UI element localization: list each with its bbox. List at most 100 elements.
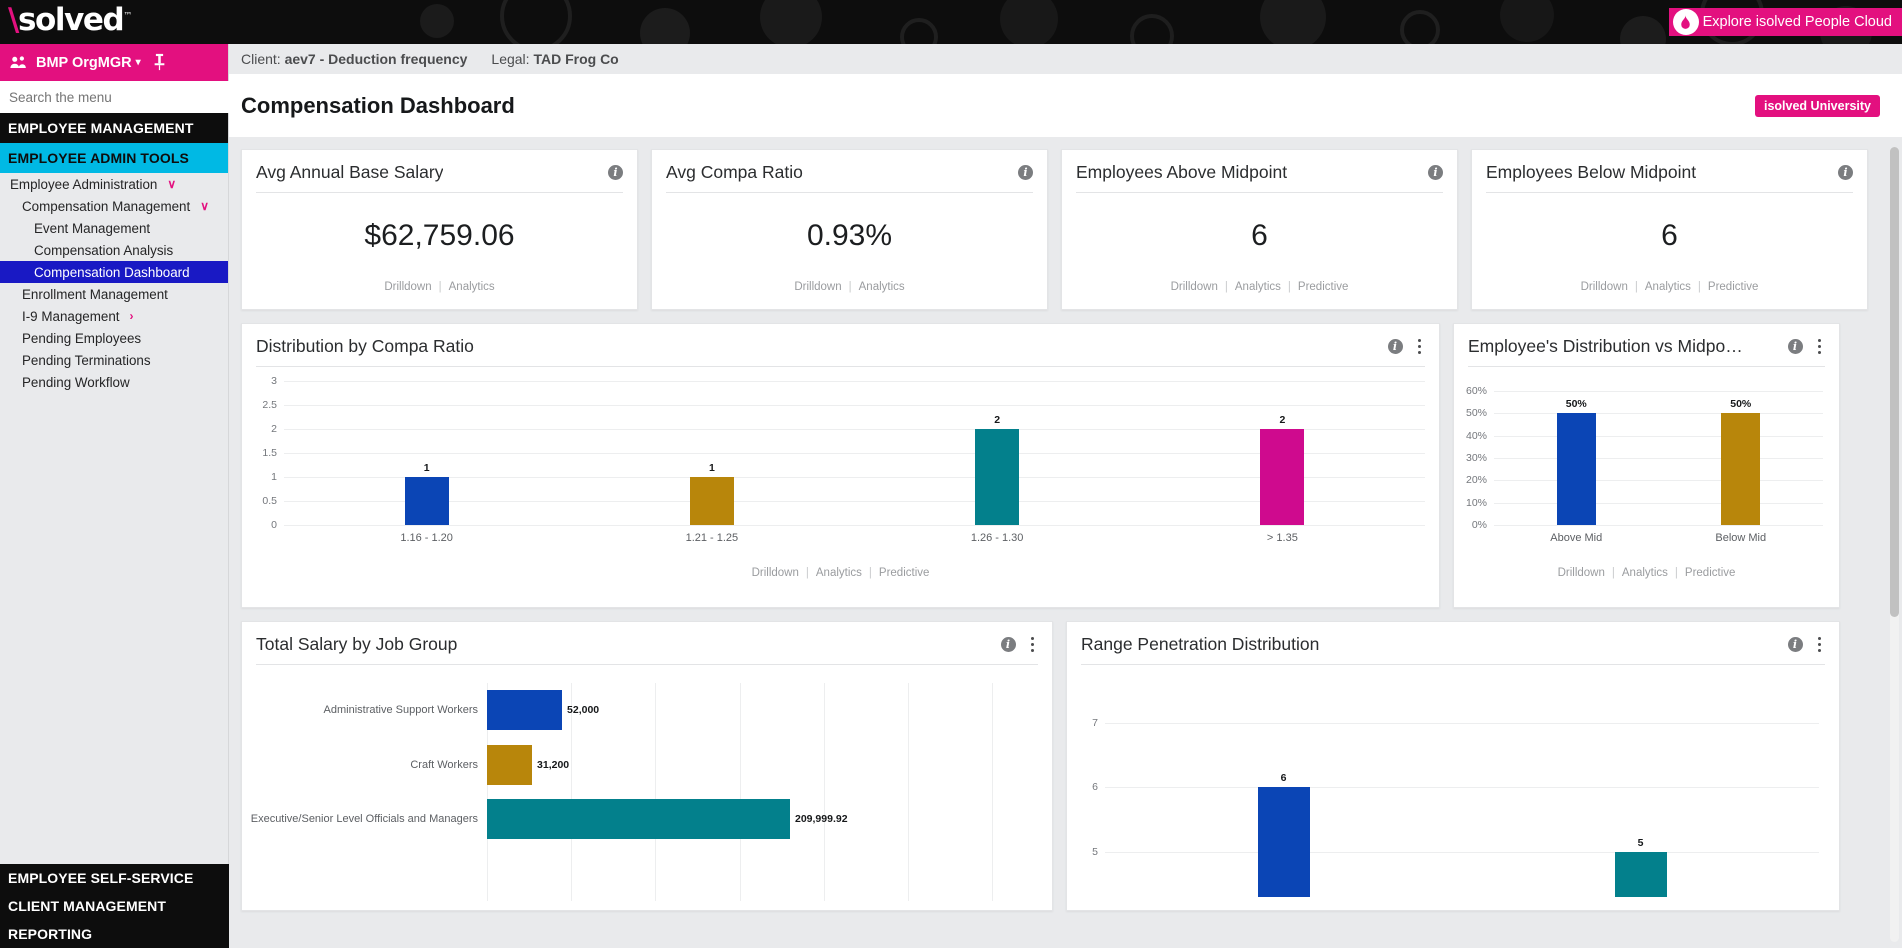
drilldown-link[interactable]: Drilldown bbox=[1558, 567, 1605, 579]
bar[interactable] bbox=[1614, 851, 1667, 897]
bar[interactable] bbox=[1556, 413, 1596, 525]
page-title: Compensation Dashboard bbox=[241, 92, 515, 118]
chart-total-salary-by-job-group[interactable]: 52,000 Administrative Support Workers 31,2… bbox=[242, 665, 1052, 901]
chart-employees-distribution-vs-midpoint[interactable]: 0% 10% 20% 30% 40% 50% 60% 50% Above Mid 50% Below… bbox=[1454, 367, 1839, 567]
chart-row-1: Distribution by Compa Ratio i 0 0.5 1 1.5 2 2… bbox=[241, 323, 1880, 608]
sidebar-item-compensation-dashboard[interactable]: Compensation Dashboard bbox=[0, 261, 228, 283]
info-icon[interactable]: i bbox=[608, 165, 623, 180]
sidebar-item-event-management[interactable]: Event Management bbox=[0, 217, 228, 239]
sidebar-item-employee-administration[interactable]: Employee Administration ∨ bbox=[0, 173, 228, 195]
x-axis-tick-label: > 1.35 bbox=[1266, 532, 1298, 544]
sidebar-item-pending-employees[interactable]: Pending Employees bbox=[0, 327, 228, 349]
bar[interactable] bbox=[404, 477, 449, 525]
bar[interactable] bbox=[689, 477, 734, 525]
gridline bbox=[1494, 502, 1823, 504]
bar[interactable] bbox=[487, 690, 563, 731]
card-header: Range Penetration Distribution i bbox=[1067, 622, 1839, 664]
bar-value-label: 50% bbox=[1565, 398, 1587, 411]
drilldown-link[interactable]: Drilldown bbox=[752, 567, 799, 579]
sidebar-item-label: Pending Employees bbox=[22, 330, 142, 346]
chart-footer-links: Drilldown | Analytics | Predictive bbox=[242, 567, 1439, 593]
sidebar-section-reporting[interactable]: REPORTING bbox=[0, 920, 229, 948]
gridline bbox=[284, 477, 1425, 478]
bar[interactable] bbox=[1721, 413, 1761, 525]
card-title: Employees Above Midpoint bbox=[1076, 162, 1288, 182]
analytics-link[interactable]: Analytics bbox=[1645, 281, 1691, 293]
info-icon[interactable]: i bbox=[1787, 637, 1803, 652]
bar-value-label: 2 bbox=[1279, 414, 1286, 426]
vertical-scrollbar[interactable] bbox=[1890, 147, 1899, 942]
info-icon[interactable]: i bbox=[1000, 637, 1016, 652]
more-options-icon[interactable] bbox=[1814, 337, 1826, 357]
info-icon[interactable]: i bbox=[1387, 339, 1403, 354]
predictive-link[interactable]: Predictive bbox=[1708, 281, 1759, 293]
y-axis-tick-label: 3 bbox=[271, 375, 277, 387]
isolved-university-badge[interactable]: isolved University bbox=[1755, 94, 1880, 117]
drilldown-link[interactable]: Drilldown bbox=[794, 281, 841, 293]
info-icon[interactable]: i bbox=[1787, 339, 1803, 354]
search-input[interactable] bbox=[0, 81, 229, 113]
pin-icon[interactable] bbox=[152, 53, 167, 75]
sidebar-section-employee-admin-tools[interactable]: EMPLOYEE ADMIN TOOLS bbox=[0, 143, 228, 173]
sidebar-item-compensation-analysis[interactable]: Compensation Analysis bbox=[0, 239, 228, 261]
drilldown-link[interactable]: Drilldown bbox=[384, 281, 431, 293]
sidebar-section-employee-self-service[interactable]: EMPLOYEE SELF-SERVICE bbox=[0, 864, 229, 892]
isolved-logo[interactable]: \solved™ bbox=[8, 2, 132, 38]
chart-range-penetration-distribution[interactable]: 5 6 7 6 5 bbox=[1067, 665, 1839, 901]
predictive-link[interactable]: Predictive bbox=[1298, 281, 1349, 293]
sidebar-item-label: Enrollment Management bbox=[22, 286, 168, 302]
more-options-icon[interactable] bbox=[1814, 635, 1826, 655]
sidebar-item-compensation-management[interactable]: Compensation Management ∨ bbox=[0, 195, 228, 217]
predictive-link[interactable]: Predictive bbox=[879, 567, 930, 579]
card-employees-distribution-vs-midpoint: Employee's Distribution vs Midpo… i 0% 10… bbox=[1453, 323, 1840, 608]
analytics-link[interactable]: Analytics bbox=[449, 281, 495, 293]
gridline bbox=[1105, 787, 1819, 789]
bar[interactable] bbox=[1257, 787, 1310, 897]
drilldown-link[interactable]: Drilldown bbox=[1581, 281, 1628, 293]
org-selector[interactable]: BMP OrgMGR ▾ bbox=[0, 44, 228, 81]
analytics-link[interactable]: Analytics bbox=[1622, 567, 1668, 579]
sidebar-item-pending-workflow[interactable]: Pending Workflow bbox=[0, 371, 228, 393]
flame-icon bbox=[1672, 9, 1699, 35]
bar[interactable] bbox=[975, 429, 1020, 525]
bar-value-label: 50% bbox=[1730, 398, 1752, 411]
gridline bbox=[1494, 480, 1823, 482]
chevron-down-icon[interactable]: ∨ bbox=[200, 199, 209, 213]
card-header: Employee's Distribution vs Midpo… i bbox=[1454, 324, 1839, 366]
card-header-actions: i bbox=[1787, 337, 1826, 357]
sidebar-item-label: Compensation Analysis bbox=[34, 242, 174, 258]
sidebar-item-i-9-management[interactable]: I-9 Management › bbox=[0, 305, 228, 327]
y-axis-category-label: Craft Workers bbox=[410, 758, 478, 771]
card-header: Total Salary by Job Group i bbox=[242, 622, 1052, 664]
analytics-link[interactable]: Analytics bbox=[816, 567, 862, 579]
chevron-right-icon[interactable]: › bbox=[130, 309, 134, 323]
predictive-link[interactable]: Predictive bbox=[1685, 567, 1736, 579]
drilldown-link[interactable]: Drilldown bbox=[1171, 281, 1218, 293]
more-options-icon[interactable] bbox=[1414, 337, 1426, 357]
info-icon[interactable]: i bbox=[1018, 165, 1033, 180]
main-content: Client: aev7 - Deduction frequency Legal… bbox=[229, 44, 1902, 948]
explore-people-cloud-button[interactable]: Explore isolved People Cloud bbox=[1668, 8, 1902, 36]
client-legal-bar: Client: aev7 - Deduction frequency Legal… bbox=[229, 44, 1902, 74]
more-options-icon[interactable] bbox=[1027, 635, 1039, 655]
analytics-link[interactable]: Analytics bbox=[859, 281, 905, 293]
sidebar-item-pending-terminations[interactable]: Pending Terminations bbox=[0, 349, 228, 371]
analytics-link[interactable]: Analytics bbox=[1235, 281, 1281, 293]
sidebar-section-employee-management[interactable]: EMPLOYEE MANAGEMENT bbox=[0, 113, 228, 143]
chevron-down-icon[interactable]: ∨ bbox=[167, 177, 176, 191]
scrollbar-thumb[interactable] bbox=[1890, 147, 1899, 617]
gridline bbox=[1494, 458, 1823, 459]
bar[interactable] bbox=[1260, 429, 1305, 525]
bar[interactable] bbox=[487, 799, 790, 840]
sidebar-section-client-management[interactable]: CLIENT MANAGEMENT bbox=[0, 892, 229, 920]
bar[interactable] bbox=[487, 744, 533, 785]
info-icon[interactable]: i bbox=[1838, 165, 1853, 180]
y-axis-tick-label: 30% bbox=[1465, 452, 1487, 464]
card-header-actions: i bbox=[1387, 337, 1426, 357]
sidebar-item-label: Pending Terminations bbox=[22, 352, 151, 368]
legal-label: Legal: bbox=[491, 51, 530, 67]
info-icon[interactable]: i bbox=[1428, 165, 1443, 180]
chart-distribution-by-compa-ratio[interactable]: 0 0.5 1 1.5 2 2.5 3 1 1.16 - 1.20 1 1.21 - 1.25 2 1.… bbox=[242, 367, 1439, 567]
sidebar-item-enrollment-management[interactable]: Enrollment Management bbox=[0, 283, 228, 305]
card-title: Total Salary by Job Group bbox=[256, 634, 458, 654]
